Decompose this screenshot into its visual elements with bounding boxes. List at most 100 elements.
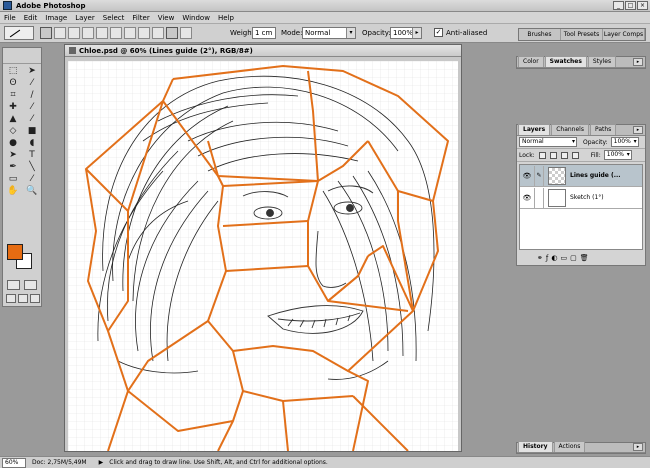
chevron-right-icon: ▸ [412,28,421,38]
brush-tool-icon[interactable]: ⁄ [23,102,41,113]
blur-tool-icon[interactable]: ● [4,138,22,149]
move-tool-icon[interactable]: ➤ [23,66,41,77]
standard-screen-icon[interactable] [6,294,16,303]
panel-menu-icon[interactable]: ▸ [633,126,643,134]
tab-brushes[interactable]: Brushes [519,29,561,40]
layer-name: Lines guide (... [570,172,621,179]
trash-icon[interactable]: 🗑 [580,254,589,262]
canvas[interactable] [68,61,458,451]
tab-styles[interactable]: Styles [587,56,617,67]
magic-wand-tool-icon[interactable]: ⁄ [23,78,41,89]
full-screen-menu-icon[interactable] [18,294,28,303]
marquee-tool-icon[interactable]: ⬚ [4,66,22,77]
menu-view[interactable]: View [154,14,179,22]
tab-actions[interactable]: Actions [553,441,586,452]
title-bar: Adobe Photoshop _ □ × [0,0,650,12]
tab-swatches[interactable]: Swatches [544,56,587,67]
shape-layers-icon[interactable] [40,27,52,39]
ellipse-icon[interactable] [138,27,150,39]
adjustment-layer-icon[interactable]: ◐ [551,254,557,262]
panel-menu-icon[interactable]: ▸ [633,58,643,66]
menu-image[interactable]: Image [41,14,71,22]
layer-opacity-field[interactable]: 100% [610,137,639,147]
tab-layer-comps[interactable]: Layer Comps [603,29,645,40]
link-layers-icon[interactable]: ⚭ [537,254,543,262]
lock-position-icon[interactable] [560,151,568,159]
healing-brush-tool-icon[interactable]: ✚ [4,102,22,113]
mode-select[interactable]: Normal ▾ [302,27,356,39]
lock-image-icon[interactable] [549,151,557,159]
rounded-rectangle-icon[interactable] [124,27,136,39]
pen-icon[interactable] [82,27,94,39]
tab-layers[interactable]: Layers [518,124,551,135]
layer-row-sketch[interactable]: 👁 Sketch (1°) [520,187,642,209]
full-screen-icon[interactable] [30,294,40,303]
menu-select[interactable]: Select [99,14,129,22]
clone-stamp-tool-icon[interactable]: ▲ [4,114,22,125]
line-tool-icon[interactable]: ╲ [23,162,41,173]
lock-all-icon[interactable] [571,151,579,159]
history-brush-tool-icon[interactable]: ⁄ [23,114,41,125]
layer-style-icon[interactable]: ƒ [546,254,548,262]
new-layer-icon[interactable]: ▢ [570,254,577,262]
blend-mode-select[interactable]: Normal [519,137,577,147]
weight-field[interactable]: 1 cm [252,27,276,39]
tab-tool-presets[interactable]: Tool Presets [561,29,603,40]
line-icon[interactable] [166,27,178,39]
opacity-label: Opacity: [362,29,391,37]
menu-filter[interactable]: Filter [128,14,153,22]
opacity-field[interactable]: 100% ▸ [390,27,422,39]
pen-tool-icon[interactable]: ✒ [4,162,22,173]
slice-tool-icon[interactable]: ∕ [23,90,41,101]
fill-label: Fill: [590,151,601,159]
menu-layer[interactable]: Layer [71,14,99,22]
fill-pixels-icon[interactable] [68,27,80,39]
crop-tool-icon[interactable]: ⌗ [4,90,22,101]
hand-tool-icon[interactable]: ✋ [4,186,22,197]
custom-shape-icon[interactable] [180,27,192,39]
tab-channels[interactable]: Channels [551,124,589,135]
status-menu-icon[interactable]: ▶ [99,459,104,466]
eye-icon[interactable]: 👁 [520,172,534,180]
eraser-tool-icon[interactable]: ◇ [4,126,22,137]
polygon-icon[interactable] [152,27,164,39]
tab-color[interactable]: Color [518,56,544,67]
rectangle-icon[interactable] [110,27,122,39]
tab-history[interactable]: History [518,441,553,452]
quick-mask-mode-icon[interactable] [24,280,37,290]
notes-tool-icon[interactable]: ▭ [4,174,22,185]
lasso-tool-icon[interactable]: ʘ [4,78,22,89]
fill-field[interactable]: 100% [603,150,632,160]
layer-row-lines-guide[interactable]: 👁 ✎ Lines guide (... [520,165,642,187]
mode-label: Mode: [281,29,303,37]
zoom-tool-icon[interactable]: 🔍 [23,186,41,197]
foreground-color-swatch[interactable] [7,244,23,260]
panel-menu-icon[interactable]: ▸ [633,443,643,451]
freeform-pen-icon[interactable] [96,27,108,39]
menu-edit[interactable]: Edit [20,14,42,22]
menu-window[interactable]: Window [178,14,214,22]
eyedropper-tool-icon[interactable]: ⁄ [23,174,41,185]
lock-transparency-icon[interactable] [538,151,546,159]
minimize-button[interactable]: _ [613,1,624,10]
history-panel: History Actions ▸ [516,441,646,454]
close-button[interactable]: × [637,1,648,10]
doc-size[interactable]: Doc: 2,75M/5,49M [32,459,87,466]
zoom-field[interactable]: 60% [2,457,26,468]
eye-icon[interactable]: 👁 [520,194,534,202]
maximize-button[interactable]: □ [625,1,636,10]
paths-icon[interactable] [54,27,66,39]
tool-preset-picker[interactable] [4,26,34,40]
toolbox: ⬚ ➤ ʘ ⁄ ⌗ ∕ ✚ ⁄ ▲ ⁄ ◇ ■ ● ◖ ➤ T ✒ ╲ ▭ ⁄ … [2,47,42,307]
path-selection-tool-icon[interactable]: ➤ [4,150,22,161]
opacity-value: 100% [393,29,414,37]
dodge-tool-icon[interactable]: ◖ [23,138,41,149]
anti-aliased-checkbox[interactable]: ✓ [434,28,443,37]
menu-help[interactable]: Help [214,14,238,22]
gradient-tool-icon[interactable]: ■ [23,126,41,137]
standard-mode-icon[interactable] [7,280,20,290]
type-tool-icon[interactable]: T [23,150,41,161]
new-group-icon[interactable]: ▭ [560,254,567,262]
menu-file[interactable]: File [0,14,20,22]
tab-paths[interactable]: Paths [589,124,617,135]
